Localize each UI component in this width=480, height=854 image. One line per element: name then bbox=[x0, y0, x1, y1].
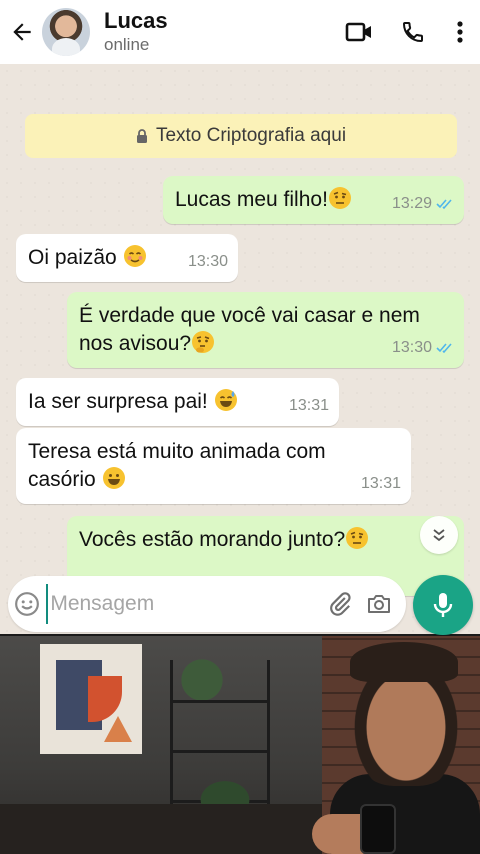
scroll-to-bottom-button[interactable] bbox=[420, 516, 458, 554]
video-call-icon bbox=[345, 22, 371, 42]
video-overlay bbox=[0, 636, 480, 854]
message-input[interactable] bbox=[46, 584, 322, 624]
message-time: 13:31 bbox=[360, 475, 401, 492]
grinning-emoji-icon bbox=[102, 467, 125, 489]
emoji-button[interactable] bbox=[8, 576, 46, 632]
video-call-button[interactable] bbox=[332, 0, 386, 64]
contact-status: online bbox=[104, 35, 150, 54]
voice-message-button[interactable] bbox=[413, 575, 473, 635]
thinking-emoji-icon bbox=[192, 331, 215, 353]
message-text: É verdade que você vai casar e nem nos a… bbox=[79, 304, 420, 355]
contact-info[interactable]: Lucas online bbox=[104, 8, 168, 56]
camera-button[interactable] bbox=[360, 576, 398, 632]
message-outgoing[interactable]: Lucas meu filho! 13:29 bbox=[163, 176, 464, 224]
message-time: 13:31 bbox=[288, 397, 329, 414]
arrow-left-icon bbox=[13, 23, 31, 41]
message-meta: 13:30 bbox=[392, 334, 454, 362]
wall-art bbox=[40, 644, 142, 754]
message-time: 13:30 bbox=[391, 339, 432, 356]
message-text: Oi paizão bbox=[28, 246, 117, 269]
read-ticks-icon bbox=[436, 343, 452, 354]
contact-avatar[interactable] bbox=[42, 8, 90, 56]
message-composer bbox=[8, 576, 406, 632]
smiling-blush-emoji-icon bbox=[123, 245, 146, 267]
lock-icon bbox=[136, 129, 148, 143]
grinning-sweat-emoji-icon bbox=[214, 389, 237, 411]
encryption-text: Texto Criptografia aqui bbox=[155, 125, 347, 146]
more-vert-icon bbox=[457, 21, 463, 43]
message-meta: 13:31 bbox=[361, 470, 401, 498]
message-meta: 13:31 bbox=[289, 392, 329, 420]
chat-area[interactable]: Texto Criptografia aqui Lucas meu filho!… bbox=[0, 64, 480, 634]
chat-header: Lucas online bbox=[0, 0, 480, 64]
more-options-button[interactable] bbox=[440, 0, 480, 64]
message-incoming[interactable]: Teresa está muito animada com casório 13… bbox=[16, 428, 411, 504]
message-text: Teresa está muito animada com casório bbox=[28, 440, 326, 491]
read-ticks-icon bbox=[436, 199, 452, 210]
phone-icon bbox=[402, 22, 423, 43]
encryption-notice[interactable]: Texto Criptografia aqui bbox=[25, 114, 457, 158]
emoji-icon bbox=[15, 592, 40, 616]
message-meta: 13:30 bbox=[188, 248, 228, 276]
message-text: Ia ser surpresa pai! bbox=[28, 390, 208, 413]
message-outgoing[interactable]: É verdade que você vai casar e nem nos a… bbox=[67, 292, 464, 368]
message-time: 13:29 bbox=[391, 195, 432, 212]
back-button[interactable] bbox=[2, 0, 42, 64]
attach-icon bbox=[330, 592, 352, 616]
message-text: Lucas meu filho! bbox=[175, 188, 328, 211]
message-incoming[interactable]: Ia ser surpresa pai! 13:31 bbox=[16, 378, 339, 426]
message-text: Vocês estão morando junto? bbox=[79, 528, 346, 551]
contact-name: Lucas bbox=[104, 8, 168, 33]
raised-eyebrow-emoji-icon bbox=[328, 187, 351, 209]
double-chevron-down-icon bbox=[433, 529, 445, 542]
attach-button[interactable] bbox=[321, 576, 359, 632]
message-time: 13:30 bbox=[187, 253, 228, 270]
message-incoming[interactable]: Oi paizão 13:30 bbox=[16, 234, 238, 282]
raised-eyebrow-emoji-icon bbox=[346, 527, 369, 549]
voice-call-button[interactable] bbox=[386, 0, 440, 64]
camera-icon bbox=[367, 595, 390, 613]
mic-icon bbox=[433, 593, 453, 617]
message-meta: 13:29 bbox=[392, 190, 454, 218]
